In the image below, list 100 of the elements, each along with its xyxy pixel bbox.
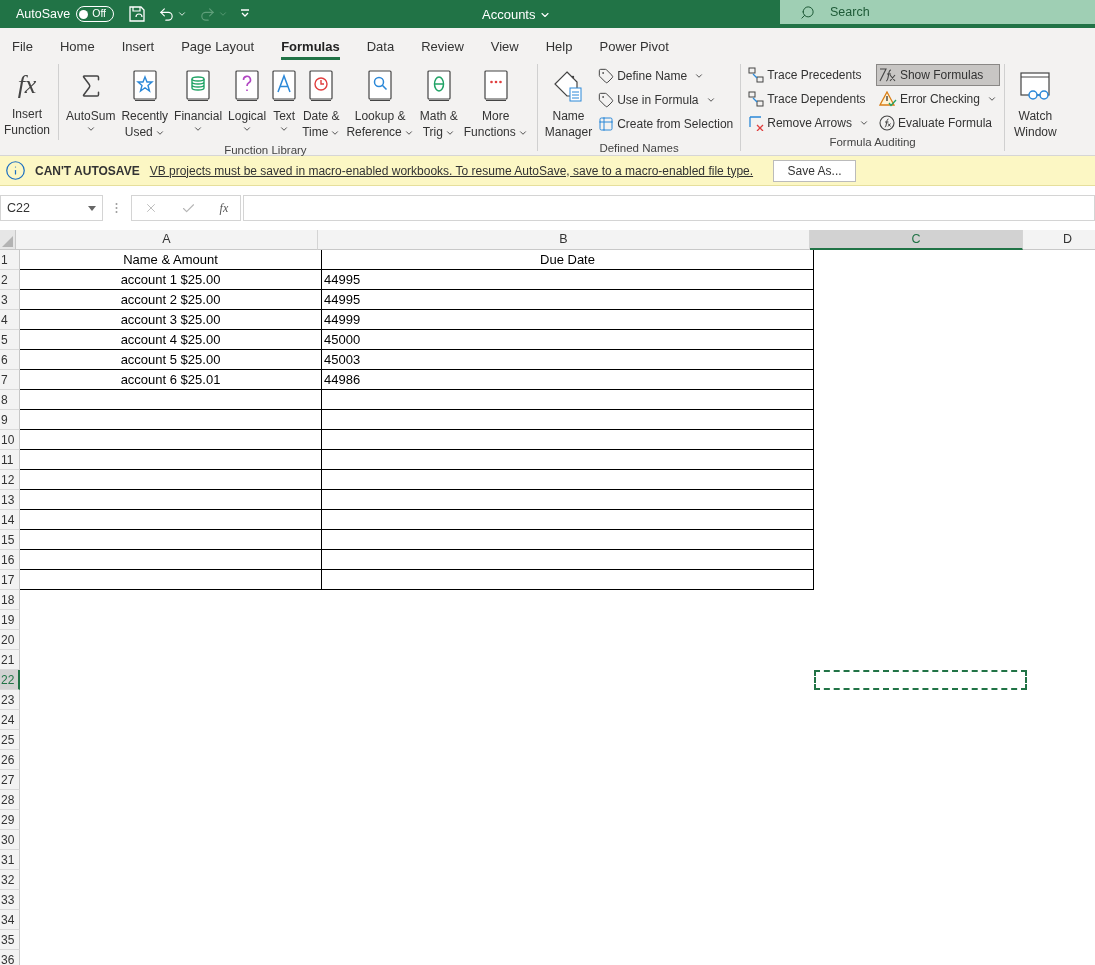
save-icon[interactable]: [128, 5, 147, 23]
ribbon-tab[interactable]: Page Layout: [181, 32, 255, 60]
ribbon-button[interactable]: Create from Selection: [595, 113, 737, 135]
row-header[interactable]: 20: [0, 630, 20, 650]
row-header[interactable]: 14: [0, 510, 20, 530]
row-header[interactable]: 32: [0, 870, 20, 890]
function-category-button[interactable]: Logical: [225, 64, 270, 140]
function-category-button[interactable]: AutoSum: [63, 64, 119, 140]
ribbon-button[interactable]: Trace Precedents: [745, 64, 872, 86]
column-header[interactable]: C: [810, 230, 1023, 250]
row-header[interactable]: 26: [0, 750, 20, 770]
row-header[interactable]: 15: [0, 530, 20, 550]
row-header[interactable]: 36: [0, 950, 20, 965]
caret-icon[interactable]: [218, 9, 229, 19]
ribbon-button[interactable]: Evaluate Formula: [875, 112, 1000, 134]
row-header[interactable]: 4: [0, 310, 20, 330]
row-header[interactable]: 5: [0, 330, 20, 350]
ribbon-button[interactable]: Remove Arrows: [745, 112, 872, 134]
ribbon-tab[interactable]: Data: [366, 32, 395, 60]
row-header[interactable]: 22: [0, 670, 20, 690]
row-header[interactable]: 24: [0, 710, 20, 730]
ribbon-tab[interactable]: Insert: [121, 32, 155, 60]
group-label: Formula Auditing: [829, 135, 916, 150]
row-header[interactable]: 10: [0, 430, 20, 450]
selected-cell[interactable]: [814, 670, 1027, 690]
formula-input[interactable]: [243, 195, 1095, 221]
ribbon-tab[interactable]: File: [12, 32, 33, 60]
ribbon-tab[interactable]: View: [490, 32, 519, 60]
row-header[interactable]: 12: [0, 470, 20, 490]
table-cell: Due Date: [322, 250, 814, 270]
table-cell: 45003: [322, 350, 814, 370]
row-header[interactable]: 2: [0, 270, 20, 290]
document-title[interactable]: Accounts: [482, 5, 552, 25]
message-link[interactable]: VB projects must be saved in macro-enabled workbooks. To resume AutoSave, save to a macro-enabled file type.: [149, 161, 754, 180]
function-category-button[interactable]: Financial: [171, 64, 226, 140]
name-box[interactable]: C22: [0, 195, 103, 221]
undo-icon[interactable]: [158, 5, 176, 23]
row-header[interactable]: 11: [0, 450, 20, 470]
row-header[interactable]: 7: [0, 370, 20, 390]
ribbon-tab[interactable]: Home: [59, 32, 95, 60]
row-header[interactable]: 25: [0, 730, 20, 750]
grip-dots-icon[interactable]: [115, 202, 118, 214]
row-header[interactable]: 8: [0, 390, 20, 410]
row-header[interactable]: 27: [0, 770, 20, 790]
caret-icon: [705, 95, 716, 105]
ribbon-button[interactable]: Error Checking: [875, 88, 1000, 110]
row-header[interactable]: 16: [0, 550, 20, 570]
row-header[interactable]: 28: [0, 790, 20, 810]
function-category-button[interactable]: Math & Trig: [416, 64, 461, 140]
column-header[interactable]: D: [1023, 230, 1095, 250]
caret-icon[interactable]: [177, 9, 188, 19]
row-header[interactable]: 35: [0, 930, 20, 950]
row-header[interactable]: 34: [0, 910, 20, 930]
function-slash-icon: [878, 67, 897, 83]
coins-book-icon: [186, 70, 211, 102]
function-category-button[interactable]: Recently Used: [118, 64, 172, 140]
row-header[interactable]: 18: [0, 590, 20, 610]
ribbon-button[interactable]: Show Formulas: [875, 64, 1000, 86]
save-as-button[interactable]: Save As...: [773, 159, 857, 182]
row-header[interactable]: 31: [0, 850, 20, 870]
function-category-button[interactable]: Lookup & Reference: [343, 64, 417, 140]
table-cell: 45000: [322, 330, 814, 350]
row-header[interactable]: 33: [0, 890, 20, 910]
tag-list-icon: [553, 70, 584, 102]
row-header[interactable]: 9: [0, 410, 20, 430]
function-category-button[interactable]: Text: [269, 64, 300, 140]
ribbon-tab[interactable]: Power Pivot: [599, 32, 669, 60]
question-book-icon: [235, 70, 260, 102]
insert-function-button[interactable]: fx Insert Function: [0, 64, 60, 140]
row-header[interactable]: 3: [0, 290, 20, 310]
column-header[interactable]: A: [16, 230, 318, 250]
function-category-button[interactable]: Date & Time: [299, 64, 344, 140]
redo-icon[interactable]: [199, 5, 217, 23]
watch-window-button[interactable]: Watch Window: [1010, 64, 1060, 140]
row-header[interactable]: 19: [0, 610, 20, 630]
row-header[interactable]: 23: [0, 690, 20, 710]
function-category-button[interactable]: More Functions: [460, 64, 531, 140]
customize-menu-icon[interactable]: [240, 9, 251, 19]
row-header[interactable]: 1: [0, 250, 20, 270]
insert-function-button[interactable]: fx: [219, 199, 229, 217]
row-header[interactable]: 13: [0, 490, 20, 510]
name-manager-button[interactable]: Name Manager: [541, 64, 596, 140]
search-field[interactable]: Search: [780, 0, 1095, 24]
row-header[interactable]: 21: [0, 650, 20, 670]
ribbon-button[interactable]: Define Name: [595, 65, 737, 87]
ribbon-button[interactable]: Trace Dependents: [745, 88, 872, 110]
column-header[interactable]: B: [318, 230, 810, 250]
select-all-corner[interactable]: [0, 230, 16, 250]
row-header[interactable]: 29: [0, 810, 20, 830]
caret-icon: [193, 124, 204, 134]
table-cell: account 6 $25.01: [20, 370, 322, 390]
row-header[interactable]: 17: [0, 570, 20, 590]
ribbon-button[interactable]: Use in Formula: [595, 89, 737, 111]
ribbon-tab[interactable]: Help: [545, 32, 573, 60]
row-header[interactable]: 6: [0, 350, 20, 370]
trace-arrow-icon: [748, 67, 765, 83]
row-header[interactable]: 30: [0, 830, 20, 850]
theta-book-icon: [426, 70, 451, 102]
caret-icon: [242, 124, 253, 134]
ribbon-tab[interactable]: Review: [421, 32, 464, 60]
